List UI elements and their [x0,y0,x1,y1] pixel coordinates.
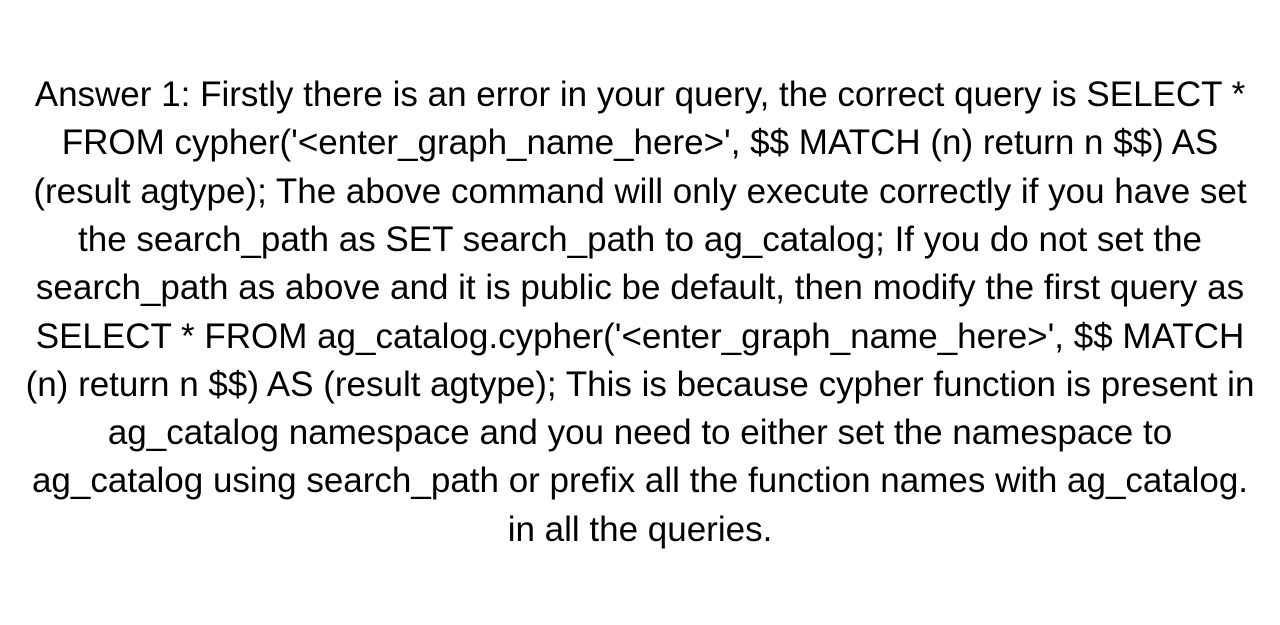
answer-text: Answer 1: Firstly there is an error in y… [26,75,1255,549]
document-body: Answer 1: Firstly there is an error in y… [0,71,1280,554]
